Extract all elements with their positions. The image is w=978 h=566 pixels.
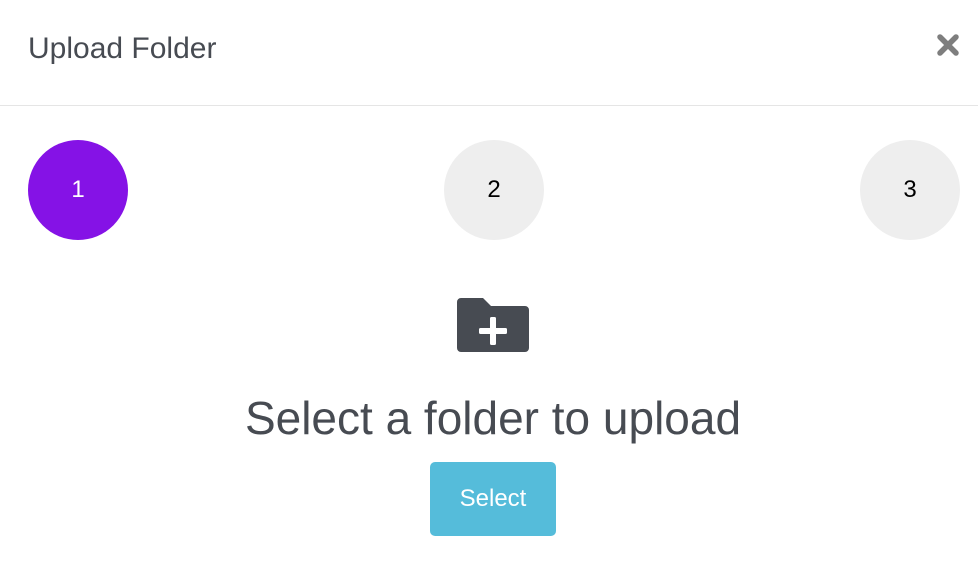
dialog-title: Upload Folder xyxy=(28,32,217,65)
select-folder-button[interactable]: Select xyxy=(430,462,556,536)
dialog-header: Upload Folder xyxy=(0,0,978,106)
upload-prompt: Select a folder to upload xyxy=(244,392,742,444)
step-1-indicator[interactable]: 1 xyxy=(28,140,128,240)
close-icon xyxy=(934,31,962,59)
step-3-indicator[interactable]: 3 xyxy=(860,140,960,240)
upload-folder-dialog: Upload Folder 1 2 3 Select a folder to u… xyxy=(0,0,978,566)
folder-plus-icon xyxy=(457,298,529,352)
close-button[interactable] xyxy=(934,31,962,59)
step-2-indicator[interactable]: 2 xyxy=(444,140,544,240)
